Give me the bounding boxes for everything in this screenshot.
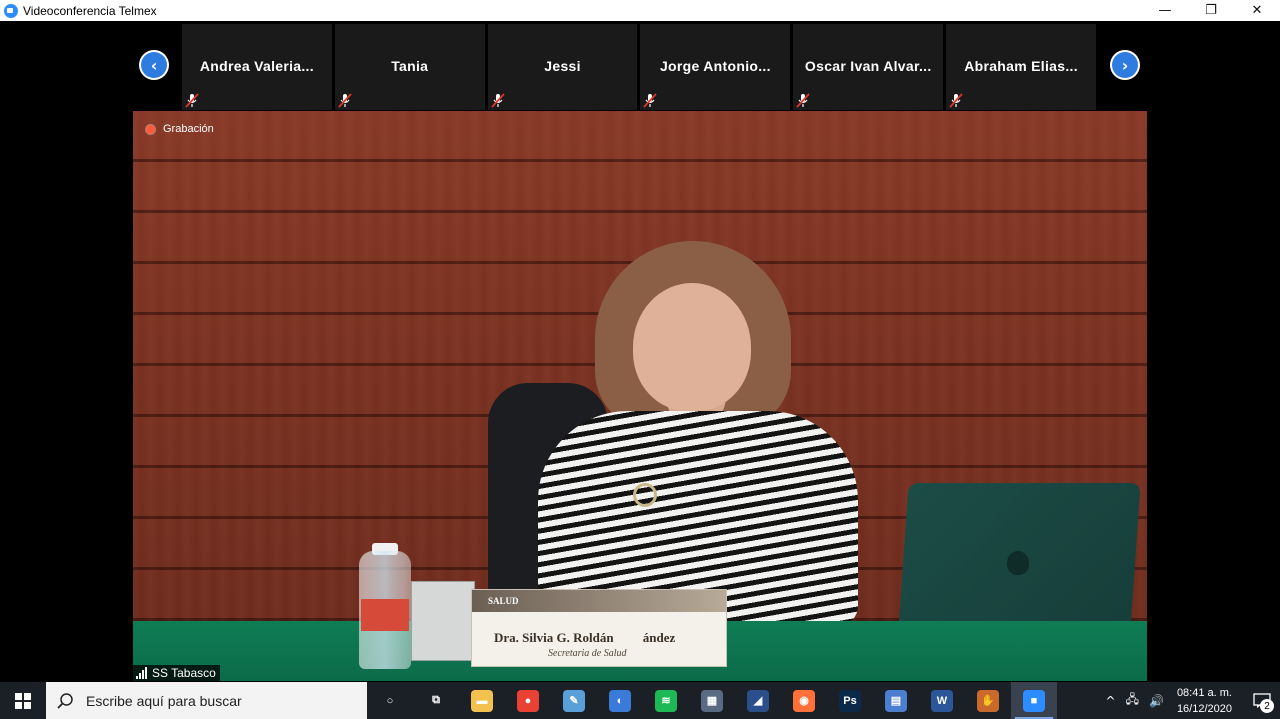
signal-strength-icon — [136, 667, 148, 679]
speaker-name: SS Tabasco — [152, 666, 216, 680]
taskbar-apps: ○ ⧉ ▬ ● ✎ ◐ ≋ ▦ ◢ ◉ Ps ▤ W ✋ ■ — [367, 682, 1057, 719]
muted-microphone-icon — [185, 93, 199, 108]
taskbar-app-firefox[interactable]: ◉ — [781, 682, 827, 719]
clock-time: 08:41 a. m. — [1176, 686, 1232, 699]
window-controls: — ❐ ✕ — [1142, 0, 1280, 21]
recording-label: Grabación — [163, 123, 214, 135]
chevron-up-icon[interactable]: ^ — [1101, 694, 1121, 708]
speaker-name-label: SS Tabasco — [133, 665, 220, 681]
participant-tile[interactable]: Abraham Elias... — [946, 24, 1096, 110]
participant-tile[interactable]: Jorge Antonio... — [640, 24, 791, 110]
window-title: Videoconferencia Telmex — [23, 3, 157, 18]
name-plate: SALUD Dra. Silvia G. Roldán ández Secret… — [471, 589, 727, 667]
taskbar-search-box[interactable]: Escribe aquí para buscar — [46, 682, 367, 719]
active-speaker-video[interactable]: Grabación SALUD Dra. Silvia G. Roldán án… — [133, 111, 1147, 681]
windows-logo-icon — [15, 692, 31, 709]
restore-button[interactable]: ❐ — [1188, 0, 1234, 21]
zoom-app-icon — [4, 3, 18, 18]
windows-taskbar: Escribe aquí para buscar ○ ⧉ ▬ ● ✎ ◐ ≋ ▦ ◢ ◉ Ps ▤ W ✋… — [0, 682, 1280, 719]
network-icon[interactable]: 🖧 — [1121, 690, 1144, 711]
taskbar-app-word[interactable]: W — [919, 682, 965, 719]
meeting-area: ‹ Andrea Valeria... Tania Jessi Jorge An… — [0, 21, 1280, 682]
participant-name: Oscar Ivan Alvar... — [804, 58, 932, 74]
participant-name: Jessi — [544, 58, 581, 74]
taskbar-app-photoshop[interactable]: Ps — [827, 682, 873, 719]
taskbar-app-media-app[interactable]: ◢ — [735, 682, 781, 719]
chrome-icon: ● — [517, 689, 539, 712]
volume-icon[interactable]: 🔊 — [1144, 694, 1169, 708]
notifications-button[interactable]: 2 — [1244, 682, 1280, 719]
taskbar-clock[interactable]: 08:41 a. m. 16/12/2020 — [1169, 685, 1244, 717]
word-icon: W — [931, 689, 953, 712]
search-icon — [57, 692, 73, 709]
participant-tile[interactable]: Oscar Ivan Alvar... — [793, 24, 944, 110]
calculator-icon: ▦ — [701, 689, 723, 712]
taskbar-app-files-app[interactable]: ▤ — [873, 682, 919, 719]
participant-name: Abraham Elias... — [964, 58, 1078, 74]
task-view-icon: ⧉ — [432, 694, 440, 706]
browser-icon: ◐ — [609, 689, 631, 712]
game-app-icon: ✋ — [977, 689, 999, 712]
taskbar-app-file-explorer[interactable]: ▬ — [459, 682, 505, 719]
window-titlebar: Videoconferencia Telmex — ❐ ✕ — [0, 0, 1280, 21]
taskbar-app-calculator[interactable]: ▦ — [689, 682, 735, 719]
muted-microphone-icon — [949, 93, 963, 108]
water-bottle-label — [361, 599, 409, 631]
taskbar-app-chrome[interactable]: ● — [505, 682, 551, 719]
muted-microphone-icon — [796, 93, 810, 108]
close-button[interactable]: ✕ — [1234, 0, 1280, 21]
taskbar-app-paint[interactable]: ✎ — [551, 682, 597, 719]
next-participants-button[interactable]: › — [1110, 50, 1140, 80]
taskbar-app-task-view[interactable]: ⧉ — [413, 682, 459, 719]
apple-logo-icon — [1007, 551, 1029, 575]
spotify-icon: ≋ — [655, 689, 677, 712]
muted-microphone-icon — [643, 93, 658, 108]
participant-tile[interactable]: Jessi — [487, 24, 638, 110]
taskbar-app-cortana[interactable]: ○ — [367, 682, 413, 719]
participant-name: Andrea Valeria... — [199, 58, 314, 74]
taskbar-app-spotify[interactable]: ≋ — [643, 682, 689, 719]
recording-indicator: Grabación — [146, 123, 214, 135]
system-tray: ^ 🖧 🔊 08:41 a. m. 16/12/2020 2 — [1101, 682, 1280, 719]
media-app-icon: ◢ — [747, 689, 769, 712]
chevron-right-icon: › — [1112, 52, 1138, 78]
taskbar-app-browser[interactable]: ◐ — [597, 682, 643, 719]
start-button[interactable] — [0, 682, 46, 719]
participant-strip: Andrea Valeria... Tania Jessi Jorge Anto… — [182, 24, 1096, 110]
paint-icon: ✎ — [563, 689, 585, 712]
participant-name: Tania — [391, 58, 429, 74]
name-plate-role: Secretaria de Salud — [548, 648, 627, 659]
name-plate-header: SALUD — [472, 590, 726, 612]
minimize-button[interactable]: — — [1142, 0, 1188, 21]
tissue-box — [411, 581, 475, 661]
taskbar-app-zoom[interactable]: ■ — [1011, 682, 1057, 719]
speaker-necklace — [633, 483, 657, 507]
firefox-icon: ◉ — [793, 689, 815, 712]
taskbar-app-game-app[interactable]: ✋ — [965, 682, 1011, 719]
chevron-left-icon: ‹ — [141, 52, 167, 78]
files-app-icon: ▤ — [885, 689, 907, 712]
participant-name: Jorge Antonio... — [659, 58, 771, 74]
name-plate-name-text: Dra. Silvia G. Roldán — [494, 630, 614, 645]
previous-participants-button[interactable]: ‹ — [139, 50, 169, 80]
notification-count-badge: 2 — [1260, 699, 1274, 713]
name-plate-name-suffix: ández — [642, 630, 676, 645]
muted-microphone-icon — [338, 93, 352, 108]
muted-microphone-icon — [490, 93, 505, 108]
file-explorer-icon: ▬ — [471, 689, 493, 712]
participant-tile[interactable]: Tania — [334, 24, 485, 110]
cortana-icon: ○ — [386, 694, 394, 707]
clock-date: 16/12/2020 — [1176, 702, 1232, 715]
search-placeholder: Escribe aquí para buscar — [86, 692, 242, 709]
photoshop-icon: Ps — [839, 689, 861, 712]
speaker-face — [633, 283, 751, 411]
zoom-icon: ■ — [1023, 689, 1045, 712]
name-plate-name: Dra. Silvia G. Roldán ández — [494, 630, 675, 646]
participant-tile[interactable]: Andrea Valeria... — [182, 24, 332, 110]
recording-dot-icon — [146, 124, 155, 134]
